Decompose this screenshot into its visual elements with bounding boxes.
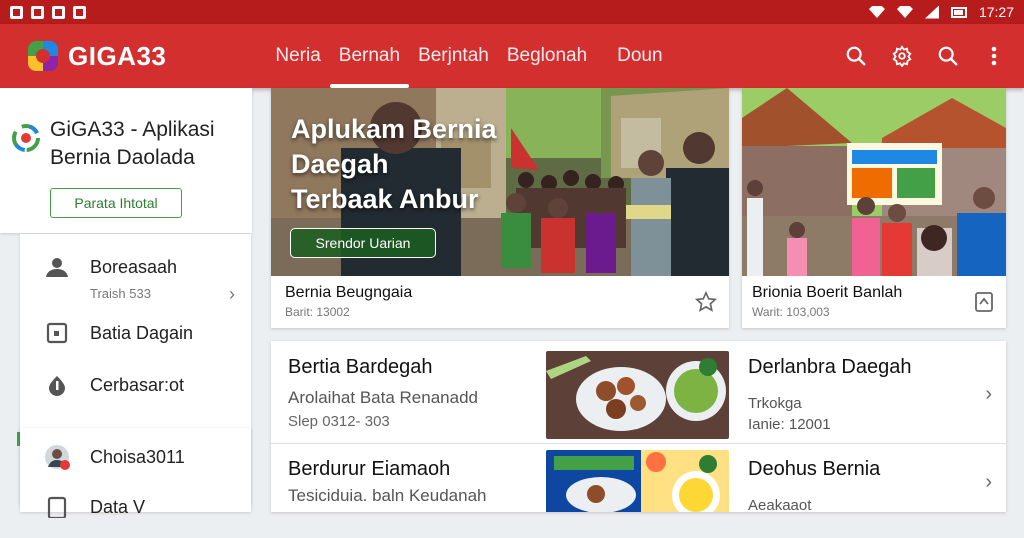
hero-caption: Bernia Beugngaia — [285, 284, 413, 301]
tab-doun[interactable]: Doun — [608, 24, 671, 88]
app-name: GIGA33 — [68, 40, 167, 71]
tab-bernah[interactable]: Bernah — [329, 24, 410, 88]
avatar — [45, 445, 70, 470]
app-logo-icon — [12, 124, 40, 152]
secondary-caption: Brionia Boerit Banlah — [752, 284, 903, 301]
battery-icon — [950, 6, 967, 18]
bookmark-icon[interactable] — [974, 291, 994, 318]
secondary-caption-sub: Warit: 103,003 — [752, 305, 830, 319]
notification-icon — [10, 5, 23, 19]
search-icon[interactable] — [936, 44, 960, 68]
hero-card[interactable]: Aplukam Bernia Daegah Terbaak Anbur Sren… — [271, 88, 729, 328]
app-info-card: GiGA33 - Aplikasi Bernia Daolada Parata … — [0, 88, 252, 233]
settings-gear-icon[interactable] — [890, 44, 914, 68]
secondary-card[interactable]: Brionia Boerit Banlah Warit: 103,003 — [742, 88, 1006, 328]
hero-caption-sub: Barit: 13002 — [285, 305, 350, 319]
sidebar-item-batia[interactable]: Batia Dagain — [44, 322, 193, 344]
more-vert-icon[interactable] — [982, 44, 1006, 68]
notification-icon — [52, 5, 65, 19]
signal-icon — [924, 5, 939, 19]
user-card: Choisa3011 Data V — [20, 428, 251, 518]
tab-bar: Neria Bernah Berjntah Beglonah Doun — [266, 24, 671, 88]
status-bar: 17:27 — [0, 0, 1024, 24]
sidebar-item-sub: Traish 533 — [90, 286, 151, 301]
chevron-right-icon[interactable]: › — [985, 471, 992, 494]
drop-icon — [49, 376, 65, 396]
divider — [271, 443, 1006, 444]
app-bar: GIGA33 Neria Bernah Berjntah Beglonah Do… — [0, 24, 1024, 88]
tab-berjntah[interactable]: Berjntah — [409, 24, 498, 88]
hero-image: Aplukam Bernia Daegah Terbaak Anbur Sren… — [271, 88, 729, 276]
app-logo[interactable]: GIGA33 — [28, 41, 166, 72]
hero-title: Aplukam Bernia Daegah Terbaak Anbur — [291, 114, 497, 214]
sidebar-item-cerbasar[interactable]: Cerbasar:ot — [44, 374, 184, 396]
food-thumbnail — [546, 351, 729, 439]
file-icon — [47, 496, 67, 518]
wifi-icon — [868, 6, 885, 18]
hero-cta-button[interactable]: Srendor Uarian — [290, 228, 436, 258]
chevron-right-icon[interactable]: › — [229, 284, 235, 305]
sidebar: GiGA33 - Aplikasi Bernia Daolada Parata … — [0, 88, 252, 518]
search-icon[interactable] — [844, 44, 868, 68]
sidebar-item-boreasaah[interactable]: Boreasaah — [44, 256, 177, 278]
chevron-right-icon[interactable]: › — [985, 383, 992, 406]
notification-icon — [31, 5, 44, 19]
sidebar-item-data[interactable]: Data V — [44, 496, 145, 518]
square-icon — [46, 322, 68, 344]
tab-beglonah[interactable]: Beglonah — [498, 24, 596, 88]
wifi-icon — [896, 6, 913, 18]
clock: 17:27 — [978, 4, 1014, 20]
tab-neria[interactable]: Neria — [266, 24, 329, 88]
notification-icon — [73, 5, 86, 19]
user-item[interactable]: Choisa3011 — [44, 444, 185, 470]
logo-icon — [28, 41, 58, 71]
secondary-image — [742, 88, 1006, 276]
food-thumbnail — [546, 450, 729, 538]
app-title: GiGA33 - Aplikasi Bernia Daolada — [50, 118, 215, 169]
star-icon[interactable] — [694, 290, 718, 318]
person-icon — [46, 258, 68, 277]
article-list: Bertia Bardegah Arolaihat Bata Renanadd … — [271, 341, 1006, 519]
install-button[interactable]: Parata Ihtotal — [50, 188, 182, 218]
